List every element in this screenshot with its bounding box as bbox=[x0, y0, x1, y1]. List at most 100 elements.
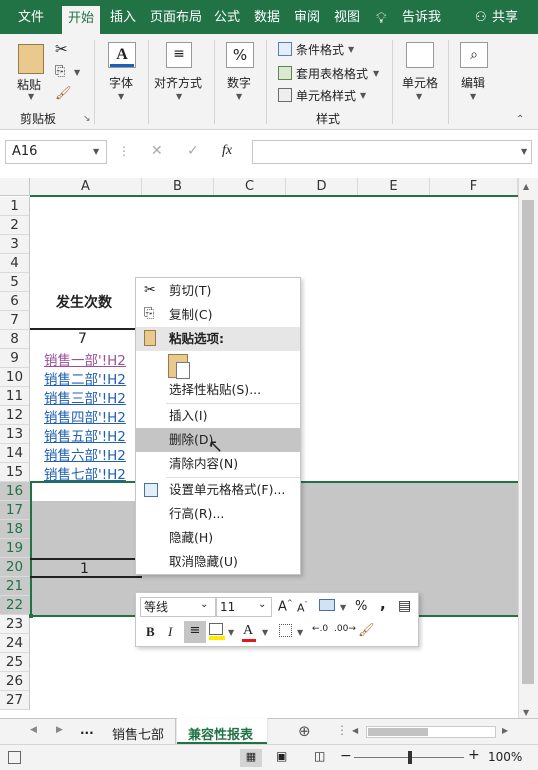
menu-item-row-height[interactable]: 行高(R)... bbox=[136, 502, 300, 526]
row-header[interactable]: 11 bbox=[0, 387, 30, 406]
row-header-selected[interactable]: 17 bbox=[0, 501, 30, 520]
active-cell-a16[interactable] bbox=[30, 482, 142, 501]
format-painter-icon[interactable]: 🖌︎ bbox=[358, 623, 375, 638]
sheet-tab[interactable]: 销售七部 bbox=[112, 724, 164, 743]
active-sheet-tab-label[interactable]: 兼容性报表 bbox=[188, 724, 253, 743]
menu-item-insert[interactable]: 插入(I) bbox=[136, 404, 300, 428]
scroll-down-icon[interactable]: ▼ bbox=[523, 708, 529, 717]
editing-dropdown-icon[interactable]: ▼ bbox=[470, 92, 476, 101]
conditional-format-button[interactable]: 条件格式 bbox=[296, 41, 344, 58]
table-format-dropdown-icon[interactable]: ▼ bbox=[373, 69, 379, 78]
share-button[interactable]: 共享 bbox=[492, 0, 518, 34]
tab-data[interactable]: 数据 bbox=[254, 0, 280, 34]
column-header-e[interactable]: E bbox=[358, 178, 430, 196]
collapse-ribbon-icon[interactable]: ⌃ bbox=[516, 114, 524, 125]
accounting-format-icon[interactable] bbox=[319, 599, 335, 611]
row-header[interactable]: 9 bbox=[0, 349, 30, 368]
zoom-level[interactable]: 100% bbox=[488, 750, 522, 764]
menu-item-copy[interactable]: 复制(C) bbox=[136, 303, 300, 327]
paste-dropdown-icon[interactable]: ▼ bbox=[28, 92, 34, 101]
normal-view-icon[interactable]: ▦ bbox=[240, 749, 262, 767]
editing-button[interactable]: 编辑 bbox=[461, 74, 485, 91]
row-header[interactable]: 15 bbox=[0, 463, 30, 482]
tell-me-search[interactable]: 告诉我 bbox=[402, 0, 441, 34]
cond-format-dropdown-icon[interactable]: ▼ bbox=[348, 45, 354, 54]
add-sheet-icon[interactable]: ⊕ bbox=[298, 722, 311, 740]
tab-insert[interactable]: 插入 bbox=[110, 0, 136, 34]
borders-dropdown-icon[interactable]: ▼ bbox=[297, 628, 303, 637]
menu-item-unhide[interactable]: 取消隐藏(U) bbox=[136, 550, 300, 574]
tab-formulas[interactable]: 公式 bbox=[214, 0, 240, 34]
row-header[interactable]: 7 bbox=[0, 311, 30, 330]
percent-icon[interactable]: % bbox=[226, 42, 254, 68]
font-dropdown-icon[interactable]: ▼ bbox=[118, 92, 124, 101]
row-header-selected[interactable]: 21 bbox=[0, 577, 30, 596]
tab-splitter-icon[interactable]: ⋮ bbox=[336, 723, 348, 737]
align-dropdown-icon[interactable]: ▼ bbox=[176, 92, 182, 101]
row-header[interactable]: 5 bbox=[0, 273, 30, 292]
accounting-dropdown-icon[interactable]: ▼ bbox=[340, 603, 346, 612]
tab-file[interactable]: 文件 bbox=[18, 0, 44, 34]
number-dropdown-icon[interactable]: ▼ bbox=[236, 92, 242, 101]
align-icon[interactable]: ≡ bbox=[166, 42, 192, 68]
center-align-button[interactable]: ≡ bbox=[184, 621, 206, 643]
name-box-dropdown-icon[interactable]: ▼ bbox=[93, 147, 99, 156]
row-header[interactable]: 6 bbox=[0, 292, 30, 311]
column-header-b[interactable]: B bbox=[142, 178, 214, 196]
scroll-tabs-left-icon[interactable]: ◀ bbox=[30, 725, 37, 735]
confirm-icon[interactable]: ✓ bbox=[187, 143, 199, 159]
borders-icon[interactable] bbox=[279, 624, 292, 637]
row-header[interactable]: 24 bbox=[0, 634, 30, 653]
comma-style-button[interactable]: , bbox=[380, 595, 386, 613]
row-header[interactable]: 13 bbox=[0, 425, 30, 444]
format-painter-icon[interactable]: 🖌︎ bbox=[55, 86, 72, 101]
hscroll-right-icon[interactable]: ▶ bbox=[502, 726, 508, 735]
font-color-button[interactable]: A bbox=[243, 623, 253, 639]
hscrollbar-thumb[interactable] bbox=[368, 728, 428, 736]
italic-button[interactable]: I bbox=[168, 624, 172, 640]
fill-color-dropdown-icon[interactable]: ▼ bbox=[228, 628, 234, 637]
fill-handle[interactable] bbox=[29, 614, 33, 618]
row-header[interactable]: 2 bbox=[0, 216, 30, 235]
column-header-c[interactable]: C bbox=[214, 178, 286, 196]
formula-expand-icon[interactable]: ▼ bbox=[521, 147, 527, 156]
row-header[interactable]: 10 bbox=[0, 368, 30, 387]
sum-cell[interactable]: 1 bbox=[80, 561, 89, 577]
hyperlink-cell[interactable]: 销售三部'!H2 bbox=[44, 387, 126, 407]
cells-dropdown-icon[interactable]: ▼ bbox=[416, 92, 422, 101]
scroll-up-icon[interactable]: ▲ bbox=[523, 182, 529, 191]
page-layout-view-icon[interactable]: ▣ bbox=[276, 749, 287, 763]
row-header-selected[interactable]: 22 bbox=[0, 596, 30, 615]
decrease-font-icon[interactable]: Aˇ bbox=[297, 601, 308, 615]
formula-input[interactable] bbox=[252, 140, 532, 164]
cell-styles-button[interactable]: 单元格样式 bbox=[296, 87, 356, 104]
zoom-out-icon[interactable]: − bbox=[340, 748, 352, 764]
font-size-dropdown-icon[interactable]: ⌄ bbox=[258, 599, 266, 610]
macro-record-icon[interactable] bbox=[8, 751, 21, 764]
count-cell[interactable]: 7 bbox=[78, 331, 87, 347]
select-all-corner[interactable] bbox=[0, 178, 30, 196]
name-box[interactable]: A16 bbox=[5, 140, 107, 164]
percent-style-button[interactable]: % bbox=[355, 599, 367, 614]
row-header[interactable]: 25 bbox=[0, 653, 30, 672]
format-table-icon[interactable]: ▤ bbox=[398, 598, 411, 614]
column-header-d[interactable]: D bbox=[286, 178, 358, 196]
bold-button[interactable]: B bbox=[146, 624, 155, 640]
fill-color-icon[interactable] bbox=[209, 623, 223, 635]
format-as-table-button[interactable]: 套用表格格式 bbox=[296, 65, 368, 82]
row-header[interactable]: 1 bbox=[0, 197, 30, 216]
cells-icon[interactable] bbox=[406, 42, 434, 68]
menu-item-clear-contents[interactable]: 清除内容(N) bbox=[136, 452, 300, 476]
header-cell[interactable]: 发生次数 bbox=[56, 292, 112, 312]
row-header-selected[interactable]: 19 bbox=[0, 539, 30, 558]
column-header-f[interactable]: F bbox=[430, 178, 518, 196]
menu-item-format-cells[interactable]: 设置单元格格式(F)... bbox=[136, 478, 300, 502]
find-icon[interactable]: ⌕ bbox=[460, 42, 488, 68]
font-name-dropdown-icon[interactable]: ⌄ bbox=[200, 599, 208, 610]
scissors-icon[interactable]: ✂ bbox=[55, 40, 68, 58]
tab-view[interactable]: 视图 bbox=[334, 0, 360, 34]
row-header[interactable]: 12 bbox=[0, 406, 30, 425]
zoom-slider-handle[interactable] bbox=[408, 751, 412, 764]
copy-dropdown-icon[interactable]: ▼ bbox=[74, 68, 80, 77]
cancel-icon[interactable]: ✕ bbox=[151, 143, 163, 159]
